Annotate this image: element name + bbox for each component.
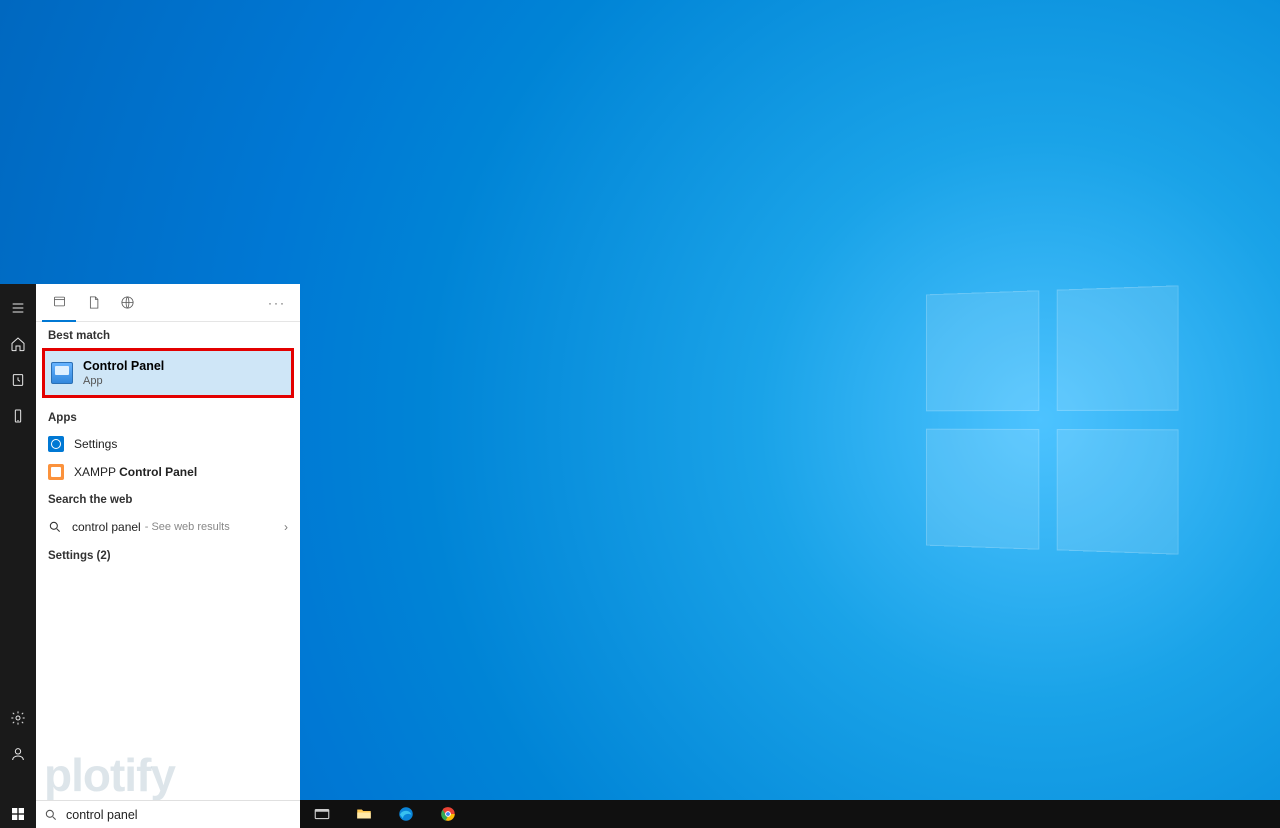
search-box[interactable] bbox=[36, 800, 300, 828]
filter-documents-icon[interactable] bbox=[76, 284, 110, 322]
app-result-label: XAMPP Control Panel bbox=[74, 465, 197, 479]
desktop: ··· Best match Control Panel App Apps Se… bbox=[0, 0, 1280, 828]
taskbar bbox=[300, 800, 1280, 828]
task-view-icon[interactable] bbox=[310, 802, 334, 826]
settings-icon[interactable] bbox=[0, 700, 36, 736]
web-result[interactable]: control panel - See web results › bbox=[36, 512, 300, 542]
chevron-right-icon: › bbox=[284, 520, 288, 534]
settings-group-label: Settings (2) bbox=[36, 542, 300, 568]
search-web-label: Search the web bbox=[36, 486, 300, 512]
app-result-label: Settings bbox=[74, 437, 117, 451]
app-result-settings[interactable]: Settings bbox=[36, 430, 300, 458]
chrome-icon[interactable] bbox=[436, 802, 460, 826]
history-icon[interactable] bbox=[0, 362, 36, 398]
filter-all-icon[interactable] bbox=[42, 284, 76, 322]
windows-logo-icon bbox=[10, 806, 26, 822]
device-icon[interactable] bbox=[0, 398, 36, 434]
file-explorer-icon[interactable] bbox=[352, 802, 376, 826]
control-panel-icon bbox=[51, 362, 73, 384]
menu-icon[interactable] bbox=[0, 290, 36, 326]
apps-label: Apps bbox=[36, 404, 300, 430]
home-icon[interactable] bbox=[0, 326, 36, 362]
search-filter-tabs: ··· bbox=[36, 284, 300, 322]
search-icon bbox=[48, 520, 62, 534]
start-button[interactable] bbox=[0, 800, 36, 828]
wallpaper-windows-logo bbox=[926, 285, 1179, 554]
best-match-label: Best match bbox=[36, 322, 300, 348]
web-hint: - See web results bbox=[145, 521, 230, 533]
settings-app-icon bbox=[48, 436, 64, 452]
best-match-result[interactable]: Control Panel App bbox=[42, 348, 294, 398]
app-result-xampp[interactable]: XAMPP Control Panel bbox=[36, 458, 300, 486]
filter-web-icon[interactable] bbox=[110, 284, 144, 322]
web-query: control panel bbox=[72, 520, 141, 534]
start-rail bbox=[0, 284, 36, 800]
search-results-panel: ··· Best match Control Panel App Apps Se… bbox=[36, 284, 300, 800]
filter-more-icon[interactable]: ··· bbox=[260, 296, 294, 310]
search-icon bbox=[44, 808, 58, 822]
best-match-title: Control Panel bbox=[83, 359, 164, 373]
best-match-subtitle: App bbox=[83, 375, 103, 387]
xampp-app-icon bbox=[48, 464, 64, 480]
account-icon[interactable] bbox=[0, 736, 36, 772]
search-input[interactable] bbox=[66, 808, 292, 822]
edge-icon[interactable] bbox=[394, 802, 418, 826]
